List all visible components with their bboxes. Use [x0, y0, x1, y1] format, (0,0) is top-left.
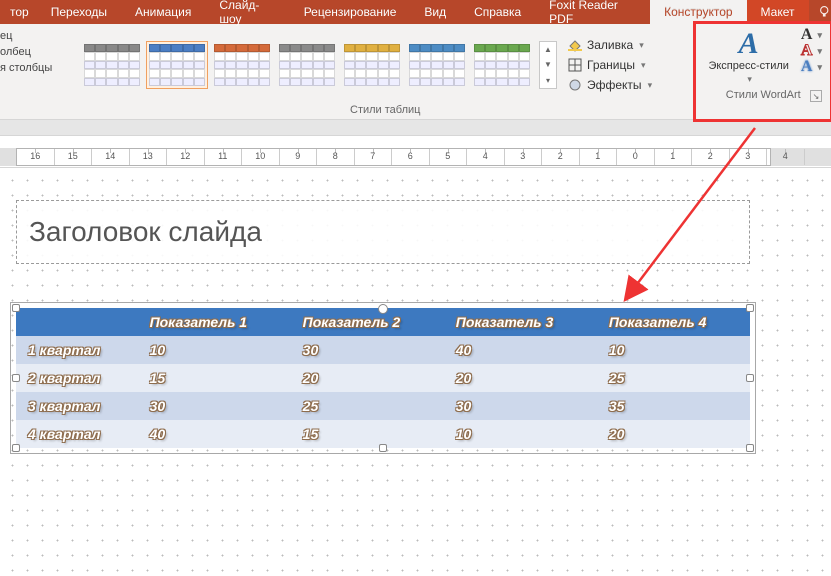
- tab-view[interactable]: Вид: [410, 0, 460, 24]
- document-top-bar: [0, 120, 831, 136]
- group-wordart-styles: A Экспресс-стили▾ A▾ A▾ A▾ Стили WordArt…: [696, 24, 831, 119]
- group-table-styles: ▲▼▾ Заливка▾ Границы▾ Эффекты▾ Стили таб…: [75, 24, 696, 119]
- table-row[interactable]: 1 квартал10304010: [16, 336, 750, 364]
- horizontal-ruler[interactable]: [0, 136, 831, 168]
- tab-foxit[interactable]: Foxit Reader PDF: [535, 0, 650, 24]
- wordart-text-effects-button[interactable]: A▾: [801, 60, 822, 74]
- resize-handle-nw[interactable]: [12, 304, 20, 312]
- table-cell[interactable]: 15: [138, 364, 291, 392]
- resize-handle-e[interactable]: [746, 374, 754, 382]
- shading-label: Заливка: [587, 38, 633, 52]
- opt-frag-2[interactable]: олбец: [0, 46, 71, 58]
- table-style-gallery[interactable]: [81, 41, 533, 89]
- table-style-thumb-4[interactable]: [341, 41, 403, 89]
- table-style-thumb-2[interactable]: [211, 41, 273, 89]
- row-label[interactable]: 1 квартал: [16, 336, 138, 364]
- table-cell[interactable]: 40: [444, 336, 597, 364]
- opt-frag-3[interactable]: я столбцы: [0, 62, 71, 74]
- table-cell[interactable]: 10: [444, 420, 597, 448]
- table-header-2[interactable]: Показатель 2: [291, 308, 444, 336]
- tab-review[interactable]: Рецензирование: [290, 0, 411, 24]
- table-object[interactable]: Показатель 1Показатель 2Показатель 3Пока…: [16, 308, 750, 448]
- table-row[interactable]: 3 квартал30253035: [16, 392, 750, 420]
- bucket-icon: [567, 37, 583, 53]
- table-header-3[interactable]: Показатель 3: [444, 308, 597, 336]
- wordart-big-a-icon: A: [739, 30, 759, 58]
- table-cell[interactable]: 10: [597, 336, 750, 364]
- table-cell[interactable]: 25: [291, 392, 444, 420]
- table-cell[interactable]: 35: [597, 392, 750, 420]
- resize-handle-se[interactable]: [746, 444, 754, 452]
- table-style-thumb-1[interactable]: [146, 41, 208, 89]
- ribbon-left-fragment: ец олбец я столбцы: [0, 24, 75, 119]
- borders-button[interactable]: Границы▾: [563, 56, 656, 74]
- shading-button[interactable]: Заливка▾: [563, 36, 656, 54]
- wordart-text-outline-button[interactable]: A▾: [801, 44, 822, 58]
- resize-handle-s[interactable]: [379, 444, 387, 452]
- effects-button[interactable]: Эффекты▾: [563, 76, 656, 94]
- effects-icon: [567, 77, 583, 93]
- table-cell[interactable]: 40: [138, 420, 291, 448]
- table-cell[interactable]: 25: [597, 364, 750, 392]
- tab-animation[interactable]: Анимация: [121, 0, 205, 24]
- resize-handle-ne[interactable]: [746, 304, 754, 312]
- row-label[interactable]: 2 квартал: [16, 364, 138, 392]
- slide-canvas[interactable]: Заголовок слайда Показатель 1Показатель …: [0, 168, 831, 576]
- table-cell[interactable]: 30: [138, 392, 291, 420]
- wordart-dialog-launcher[interactable]: ↘: [810, 90, 822, 102]
- wordart-text-fill-button[interactable]: A▾: [801, 28, 822, 42]
- table-style-thumb-3[interactable]: [276, 41, 338, 89]
- row-label[interactable]: 3 квартал: [16, 392, 138, 420]
- shading-borders-effects: Заливка▾ Границы▾ Эффекты▾: [563, 36, 656, 94]
- tell-me-icon[interactable]: [817, 4, 831, 20]
- opt-frag-1[interactable]: ец: [0, 30, 71, 42]
- wordart-quick-styles-button[interactable]: A Экспресс-стили▾: [704, 28, 792, 87]
- borders-icon: [567, 57, 583, 73]
- table-header-1[interactable]: Показатель 1: [138, 308, 291, 336]
- group-label-table-styles: Стили таблиц: [81, 102, 689, 119]
- title-placeholder[interactable]: Заголовок слайда: [16, 200, 750, 264]
- wordart-quick-styles-label: Экспресс-стили: [708, 60, 788, 72]
- row-label[interactable]: 4 квартал: [16, 420, 138, 448]
- ribbon-tab-strip: тор Переходы Анимация Слайд-шоу Рецензир…: [0, 0, 831, 24]
- gallery-more-button[interactable]: ▲▼▾: [539, 41, 557, 89]
- table-style-thumb-6[interactable]: [471, 41, 533, 89]
- table-cell[interactable]: 20: [597, 420, 750, 448]
- table-cell[interactable]: 20: [291, 364, 444, 392]
- table-row[interactable]: 2 квартал15202025: [16, 364, 750, 392]
- slide-data-table[interactable]: Показатель 1Показатель 2Показатель 3Пока…: [16, 308, 750, 448]
- table-style-thumb-5[interactable]: [406, 41, 468, 89]
- table-cell[interactable]: 30: [444, 392, 597, 420]
- tab-fragment-left: тор: [0, 0, 37, 24]
- table-style-thumb-0[interactable]: [81, 41, 143, 89]
- table-cell[interactable]: 10: [138, 336, 291, 364]
- tab-designer[interactable]: Конструктор: [650, 0, 746, 24]
- borders-label: Границы: [587, 58, 635, 72]
- group-label-wordart: Стили WordArt: [726, 87, 801, 104]
- tab-transitions[interactable]: Переходы: [37, 0, 121, 24]
- table-header-4[interactable]: Показатель 4: [597, 308, 750, 336]
- resize-handle-sw[interactable]: [12, 444, 20, 452]
- ribbon: ец олбец я столбцы ▲▼▾ Заливка▾ Границы▾…: [0, 24, 831, 120]
- tab-help[interactable]: Справка: [460, 0, 535, 24]
- rotate-handle[interactable]: [378, 304, 388, 314]
- tab-slideshow[interactable]: Слайд-шоу: [205, 0, 289, 24]
- table-cell[interactable]: 20: [444, 364, 597, 392]
- tab-layout[interactable]: Макет: [747, 0, 809, 24]
- resize-handle-w[interactable]: [12, 374, 20, 382]
- table-cell[interactable]: 30: [291, 336, 444, 364]
- effects-label: Эффекты: [587, 78, 642, 92]
- table-header-0[interactable]: [16, 308, 138, 336]
- table-cell[interactable]: 15: [291, 420, 444, 448]
- title-placeholder-text: Заголовок слайда: [29, 216, 262, 248]
